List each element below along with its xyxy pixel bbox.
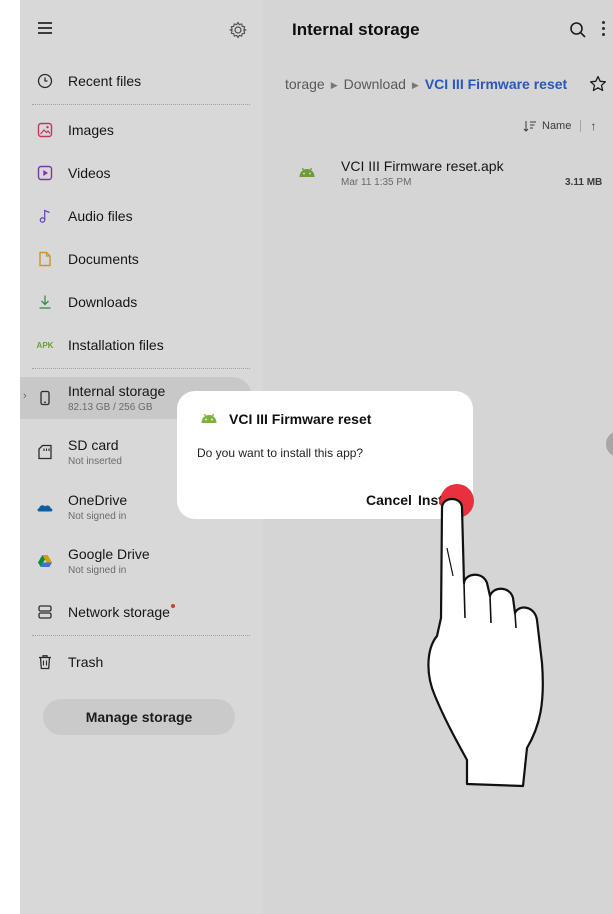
dialog-message: Do you want to install this app?	[197, 446, 364, 460]
android-icon	[201, 413, 217, 423]
pointing-hand-icon	[427, 497, 544, 788]
dialog-title: VCI III Firmware reset	[229, 411, 372, 427]
screen: Recent files Images Videos Audio files D…	[20, 0, 613, 914]
